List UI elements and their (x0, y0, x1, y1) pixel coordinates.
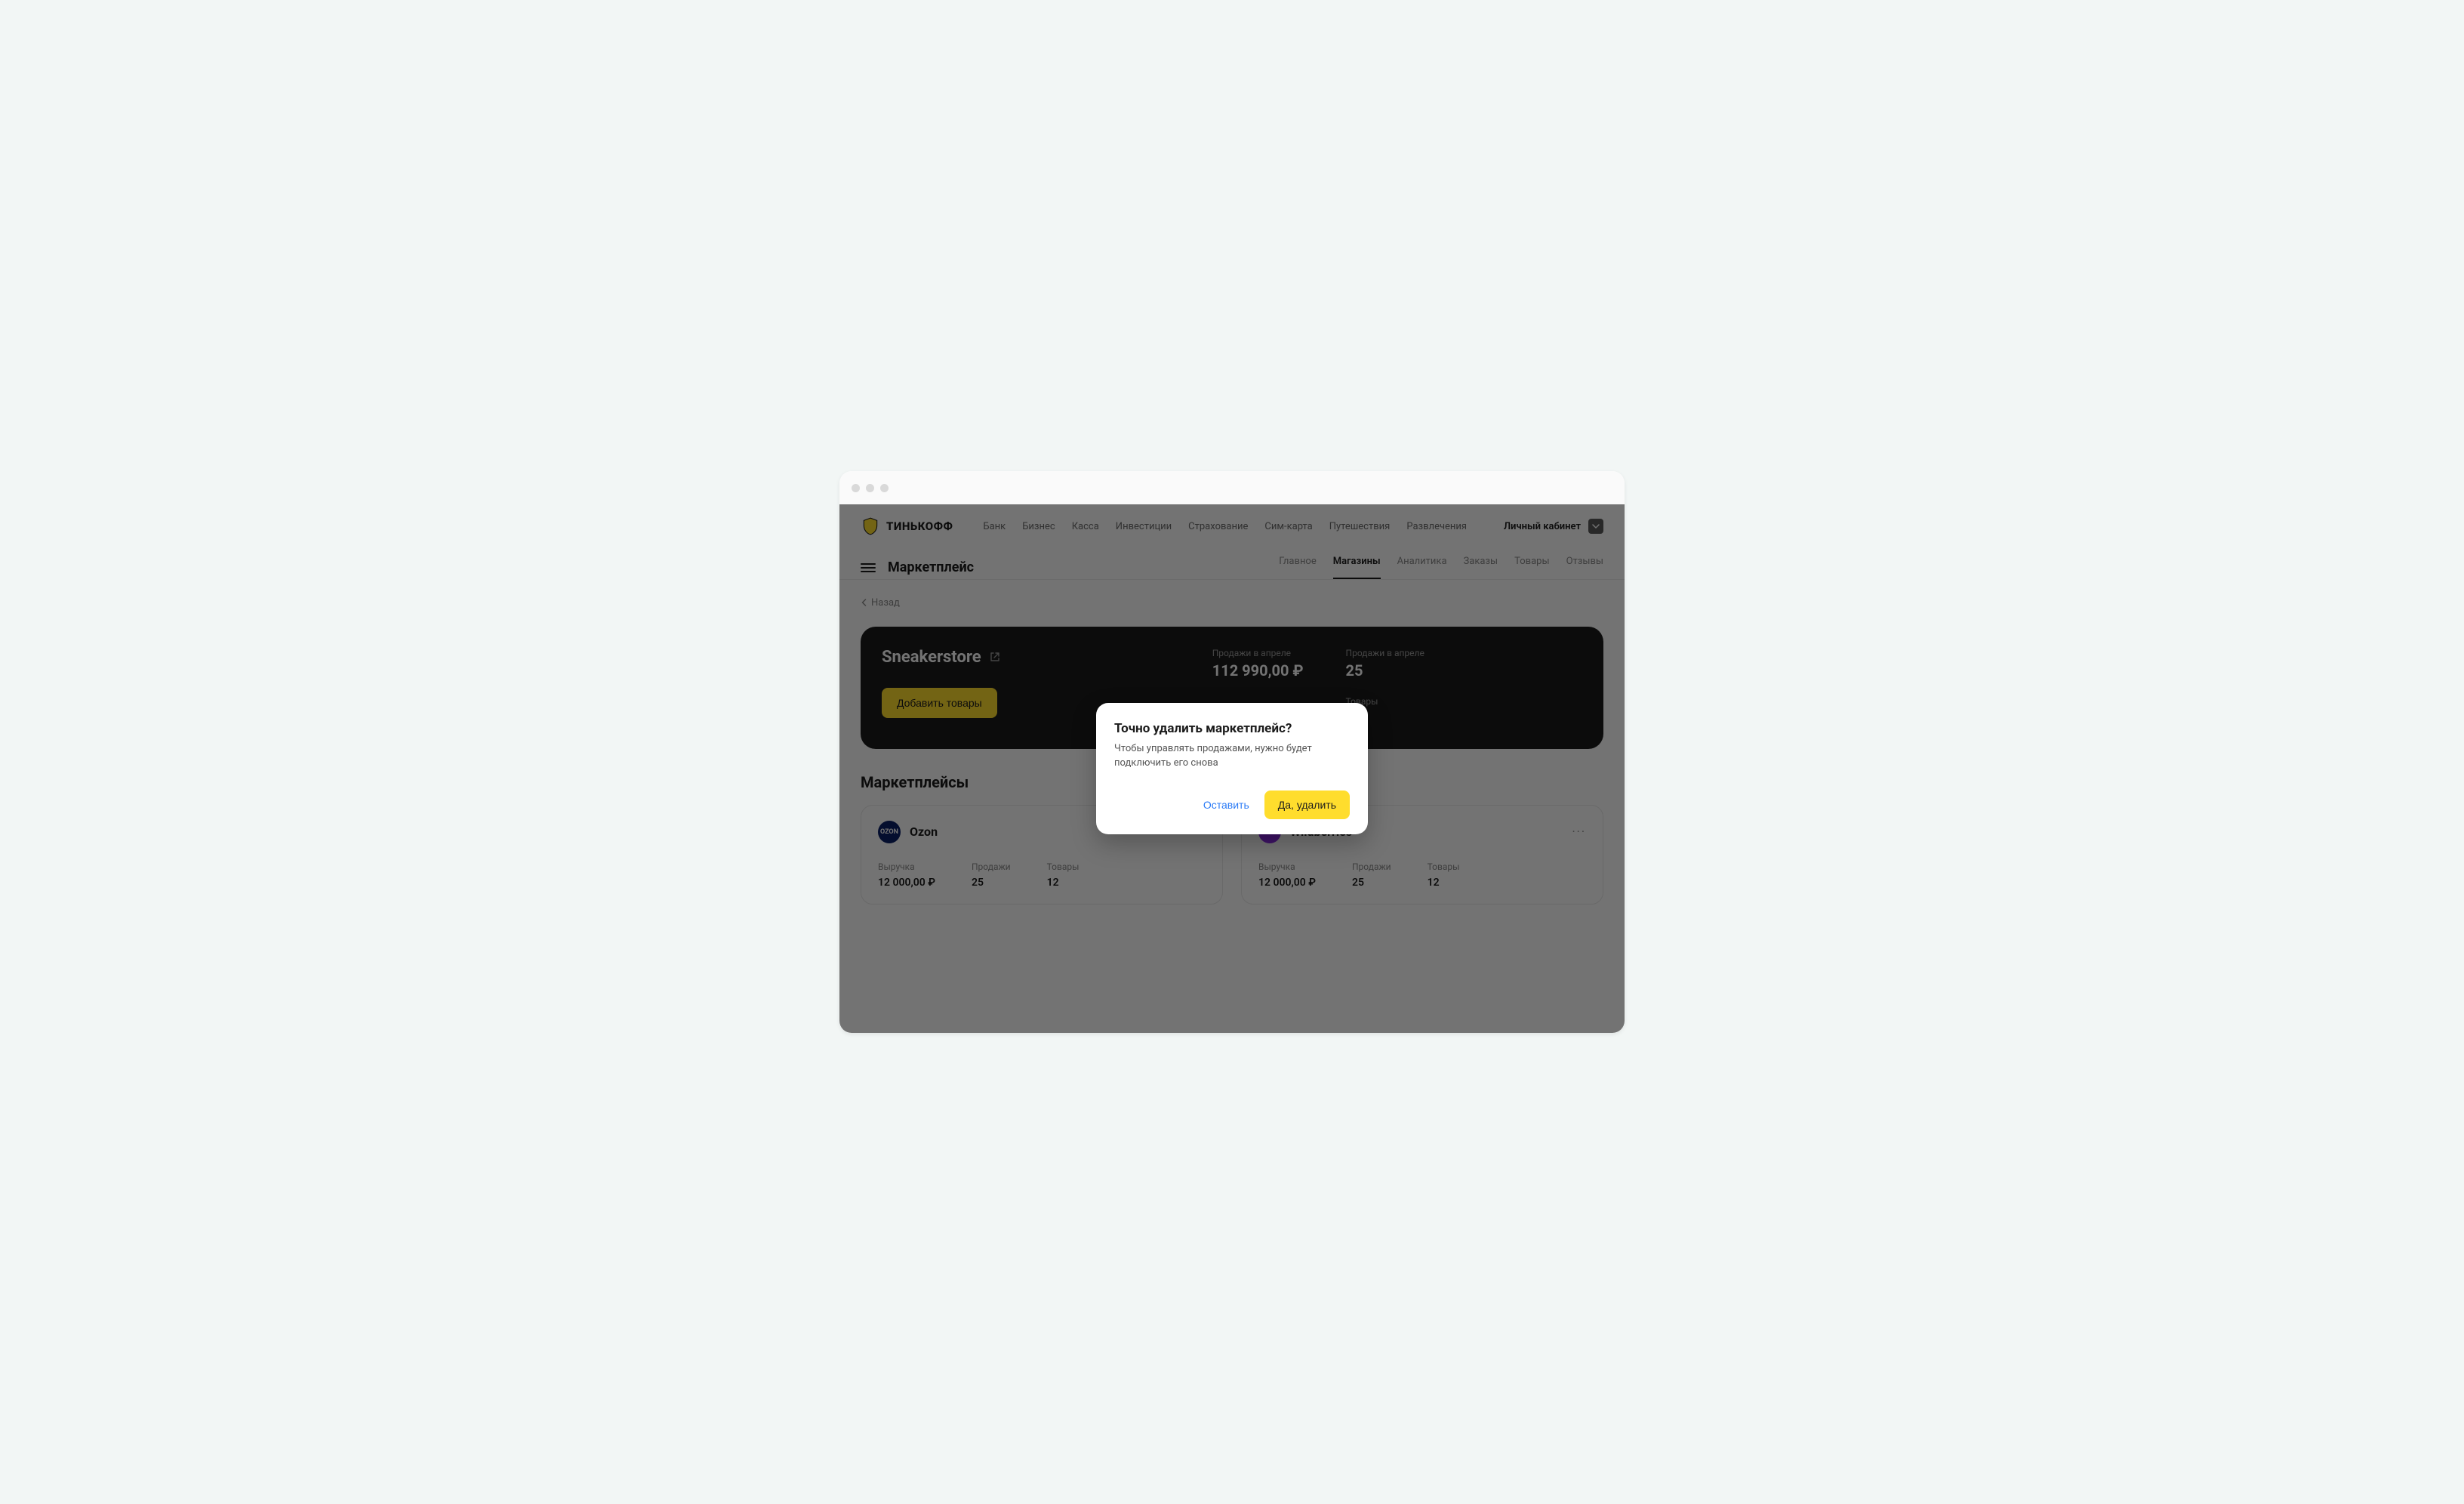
cancel-button[interactable]: Оставить (1200, 791, 1252, 818)
maximize-dot[interactable] (880, 484, 889, 492)
close-dot[interactable] (852, 484, 860, 492)
browser-frame: ТИНЬКОФФ Банк Бизнес Касса Инвестиции Ст… (839, 471, 1625, 1033)
modal-title: Точно удалить маркетплейс? (1114, 721, 1350, 736)
modal-body: Чтобы управлять продажами, нужно будет п… (1114, 742, 1350, 771)
modal-overlay[interactable]: Точно удалить маркетплейс? Чтобы управля… (839, 504, 1625, 1033)
app-surface: ТИНЬКОФФ Банк Бизнес Касса Инвестиции Ст… (839, 504, 1625, 1033)
confirm-delete-button[interactable]: Да, удалить (1264, 791, 1350, 819)
confirm-delete-modal: Точно удалить маркетплейс? Чтобы управля… (1096, 703, 1368, 834)
traffic-lights (852, 484, 889, 492)
window-titlebar (839, 471, 1625, 504)
modal-actions: Оставить Да, удалить (1114, 791, 1350, 819)
minimize-dot[interactable] (866, 484, 874, 492)
